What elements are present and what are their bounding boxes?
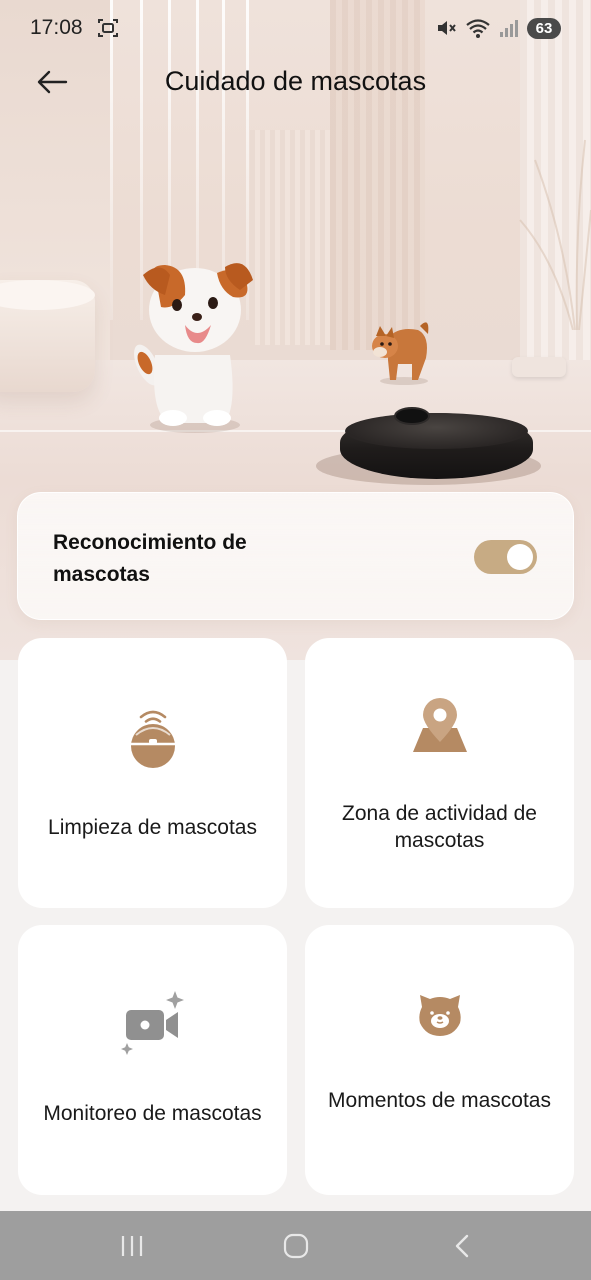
back-icon — [455, 1234, 469, 1258]
recent-apps-icon — [121, 1236, 143, 1256]
nav-back-button[interactable] — [440, 1229, 484, 1263]
signal-icon — [500, 20, 518, 37]
tile-pet-activity-zone-label: Zona de actividad de mascotas — [342, 802, 537, 852]
tile-pet-monitoring[interactable]: Monitoreo de mascotas — [18, 925, 287, 1195]
shiba-illustration — [372, 322, 429, 385]
mute-icon — [438, 21, 456, 35]
pet-face-icon — [418, 995, 461, 1036]
video-camera-icon — [120, 991, 184, 1055]
tile-pet-moments-label: Momentos de mascotas — [328, 1089, 551, 1112]
tile-pet-activity-zone[interactable]: Zona de actividad de mascotas — [305, 638, 574, 908]
home-icon — [283, 1233, 309, 1259]
map-pin-icon — [412, 698, 467, 752]
system-nav-bar — [0, 1211, 591, 1280]
screenshot-icon — [97, 19, 118, 37]
home-button[interactable] — [274, 1229, 318, 1263]
toggle-knob — [507, 544, 533, 570]
plant-decoration — [519, 139, 591, 330]
pet-recognition-label: Reconocimiento de mascotas — [53, 531, 247, 586]
tile-pet-cleaning-label: Limpieza de mascotas — [48, 816, 257, 839]
pet-recognition-toggle[interactable] — [474, 540, 537, 574]
tile-pet-cleaning[interactable]: Limpieza de mascotas — [18, 638, 287, 908]
battery-indicator: 63 — [527, 17, 561, 39]
status-time: 17:08 — [30, 16, 83, 39]
tile-pet-monitoring-label: Monitoreo de mascotas — [43, 1102, 262, 1125]
pet-recognition-card: Reconocimiento de mascotas — [17, 492, 574, 620]
tile-pet-moments[interactable]: Momentos de mascotas — [305, 925, 574, 1195]
recent-apps-button[interactable] — [110, 1229, 154, 1263]
page-title: Cuidado de mascotas — [164, 66, 427, 96]
robot-wifi-icon — [130, 710, 175, 768]
wifi-icon — [466, 19, 490, 38]
app-header: Cuidado de mascotas — [0, 56, 591, 108]
puppy-illustration — [134, 263, 253, 433]
status-bar: 17:08 63 — [0, 0, 591, 56]
